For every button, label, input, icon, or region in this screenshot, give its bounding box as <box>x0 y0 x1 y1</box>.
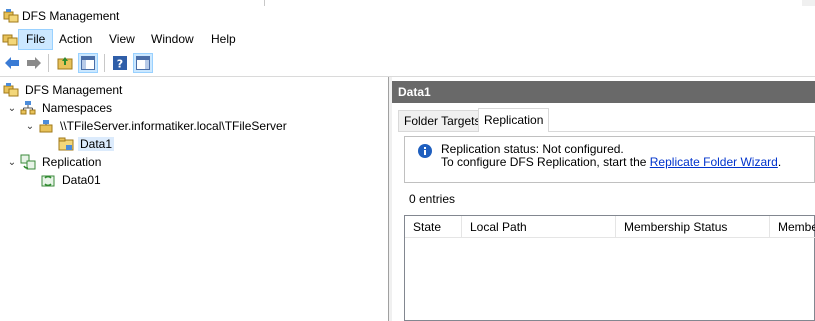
replication-group-icon <box>40 172 56 188</box>
chevron-down-icon[interactable]: ⌄ <box>6 99 18 117</box>
replication-status-text: Replication status: Not configured. <box>441 142 624 156</box>
tree-item-replication[interactable]: ⌄ Replication <box>6 153 103 171</box>
help-icon[interactable]: ? <box>110 53 130 73</box>
navigation-tree: DFS Management ⌄ Namespaces ⌄ \\TFileSer… <box>0 77 389 321</box>
show-action-pane-icon[interactable] <box>133 53 153 73</box>
replication-icon <box>20 154 36 170</box>
entries-count: 0 entries <box>409 192 456 206</box>
column-header-member[interactable]: Membe <box>770 216 815 238</box>
namespaces-icon <box>20 100 36 116</box>
info-icon <box>417 143 433 159</box>
window-title: DFS Management <box>22 9 120 23</box>
tree-item-dfs-management[interactable]: DFS Management <box>3 81 124 99</box>
chevron-down-icon[interactable]: ⌄ <box>24 117 36 135</box>
tree-item-label: Replication <box>42 155 102 169</box>
pane-header: Data1 <box>392 81 815 103</box>
menu-view[interactable]: View <box>102 29 142 50</box>
tab-replication[interactable]: Replication <box>478 108 550 132</box>
tab-strip: Folder Targets Replication <box>398 108 815 132</box>
menu-window[interactable]: Window <box>144 29 201 50</box>
title-bar: DFS Management <box>0 0 815 31</box>
console-icon[interactable] <box>2 31 18 47</box>
tab-folder-targets[interactable]: Folder Targets <box>398 110 487 131</box>
namespace-icon <box>38 118 54 134</box>
menu-file[interactable]: File <box>18 29 54 50</box>
replication-hint-prefix: To configure DFS Replication, start the <box>441 155 650 169</box>
toolbar-separator <box>48 54 49 72</box>
toolbar-separator <box>104 54 105 72</box>
replication-hint: To configure DFS Replication, start the … <box>441 155 781 169</box>
tree-item-namespaces[interactable]: ⌄ Namespaces <box>6 99 114 117</box>
replication-members-table: State Local Path Membership Status Membe <box>404 215 815 321</box>
back-icon[interactable] <box>2 53 22 73</box>
tree-item-label: Data1 <box>78 137 115 151</box>
replication-hint-suffix: . <box>777 155 782 169</box>
tree-item-data1[interactable]: Data1 <box>58 135 115 153</box>
replication-info-box: Replication status: Not configured. To c… <box>404 136 815 183</box>
menu-help[interactable]: Help <box>204 29 243 50</box>
up-folder-icon[interactable] <box>55 53 75 73</box>
tree-item-label: DFS Management <box>25 83 123 97</box>
svg-text:?: ? <box>117 58 123 71</box>
menu-action[interactable]: Action <box>52 29 99 50</box>
dfs-management-icon <box>3 82 19 98</box>
forward-icon[interactable] <box>24 53 44 73</box>
replicate-folder-wizard-link[interactable]: Replicate Folder Wizard <box>650 155 778 169</box>
tree-item-namespace-path[interactable]: ⌄ \\TFileServer.informatiker.local\TFile… <box>24 117 289 135</box>
window-control[interactable] <box>802 0 815 6</box>
show-hide-tree-icon[interactable] <box>78 53 98 73</box>
column-header-membership-status[interactable]: Membership Status <box>616 216 770 238</box>
titlebar-divider <box>264 0 265 6</box>
column-header-state[interactable]: State <box>405 216 462 238</box>
folder-icon <box>58 136 74 152</box>
chevron-down-icon[interactable]: ⌄ <box>6 153 18 171</box>
tree-item-label: \\TFileServer.informatiker.local\TFileSe… <box>60 119 287 133</box>
dfs-management-icon <box>3 8 19 24</box>
tree-item-data01[interactable]: Data01 <box>40 171 103 189</box>
toolbar: ? <box>0 50 815 77</box>
menu-bar: File Action View Window Help <box>0 29 815 50</box>
tree-item-label: Namespaces <box>42 101 113 115</box>
column-header-local-path[interactable]: Local Path <box>462 216 616 238</box>
tree-item-label: Data01 <box>62 173 101 187</box>
